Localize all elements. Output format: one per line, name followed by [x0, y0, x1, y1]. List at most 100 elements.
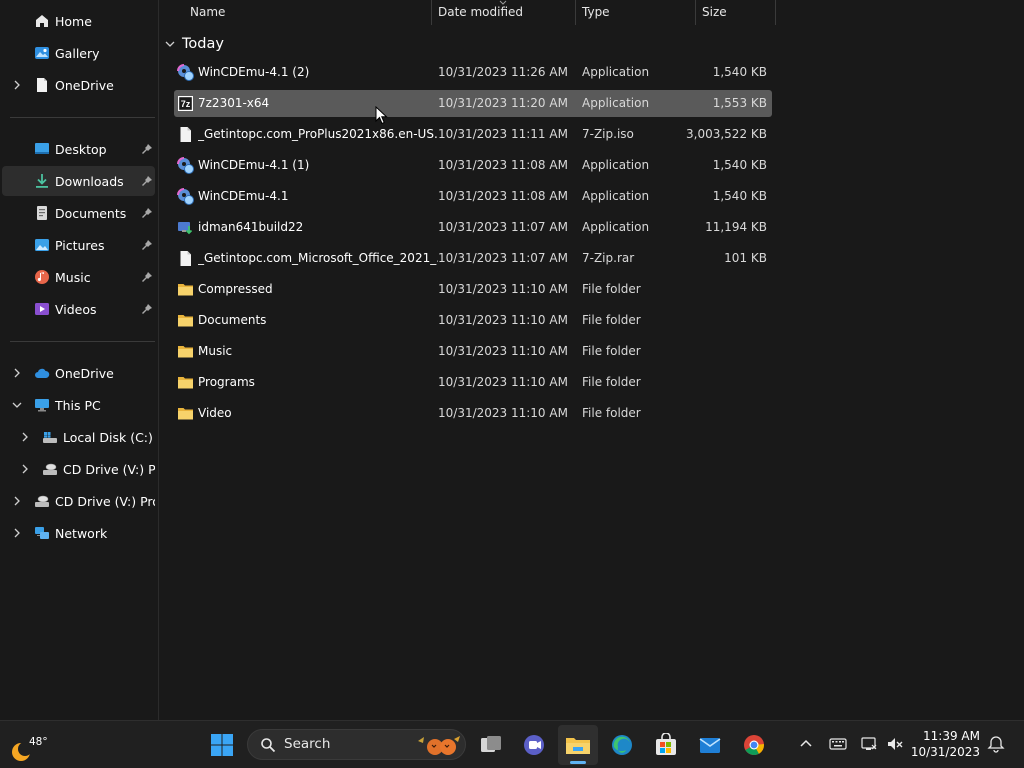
file-name: Compressed — [198, 282, 273, 296]
sidebar-item-onedrive-personal[interactable]: OneDrive — [2, 70, 155, 100]
file-row[interactable]: Compressed 10/31/2023 11:10 AM File folder — [174, 276, 772, 303]
folder-icon — [177, 374, 194, 391]
file-row[interactable]: Music 10/31/2023 11:10 AM File folder — [174, 338, 772, 365]
sidebar-item-label: Downloads — [55, 173, 124, 189]
sidebar-item-desktop[interactable]: Desktop — [2, 134, 155, 164]
file-row[interactable]: Video 10/31/2023 11:10 AM File folder — [174, 400, 772, 427]
task-view-button[interactable] — [471, 725, 511, 765]
pin-icon[interactable] — [141, 271, 153, 283]
navigation-pane: Home Gallery OneDrive Desktop Downloads … — [0, 0, 159, 720]
active-app-indicator — [570, 761, 586, 764]
chevron-right-icon[interactable] — [20, 432, 30, 442]
chevron-down-icon[interactable] — [164, 38, 176, 50]
mail-button[interactable] — [690, 725, 730, 765]
sidebar-item-music[interactable]: Music — [2, 262, 155, 292]
keyboard-icon[interactable] — [829, 735, 847, 753]
sidebar-item-home[interactable]: Home — [2, 6, 155, 36]
folder-icon — [177, 281, 194, 298]
file-row[interactable]: _Getintopc.com_Microsoft_Office_2021_...… — [174, 245, 772, 272]
column-header-name[interactable]: Name — [184, 0, 432, 25]
mail-icon — [699, 738, 721, 753]
sidebar-item-downloads[interactable]: Downloads — [2, 166, 155, 196]
show-hidden-icons-chevron-up-icon[interactable] — [797, 735, 815, 753]
chevron-right-icon[interactable] — [12, 528, 22, 538]
pin-icon[interactable] — [141, 207, 153, 219]
this-pc-icon — [35, 399, 49, 412]
file-date-modified: 10/31/2023 11:10 AM — [438, 375, 568, 389]
sidebar-item-documents[interactable]: Documents — [2, 198, 155, 228]
column-header-type[interactable]: Type — [576, 0, 696, 25]
file-row[interactable]: WinCDEmu-4.1 (2) 10/31/2023 11:26 AM Appli… — [174, 59, 772, 86]
sidebar-item-videos[interactable]: Videos — [2, 294, 155, 324]
file-row[interactable]: WinCDEmu-4.1 10/31/2023 11:08 AM Applicati… — [174, 183, 772, 210]
file-explorer-icon — [566, 738, 590, 754]
volume-muted-icon[interactable] — [886, 735, 904, 753]
store-icon — [656, 733, 676, 755]
folder-icon — [177, 312, 194, 329]
taskbar: 48° Search 11:39 AM 10/31/2023 — [0, 720, 1024, 768]
sidebar-item-gallery[interactable]: Gallery — [2, 38, 155, 68]
file-row[interactable]: _Getintopc.com_ProPlus2021x86.en-US.iso 1… — [174, 121, 772, 148]
file-row[interactable]: Documents 10/31/2023 11:10 AM File folder — [174, 307, 772, 334]
pin-icon[interactable] — [141, 239, 153, 251]
file-row[interactable]: WinCDEmu-4.1 (1) 10/31/2023 11:08 AM Appli… — [174, 152, 772, 179]
start-icon — [211, 734, 233, 756]
column-header-size[interactable]: Size — [696, 0, 776, 25]
file-name: 7z2301-x64 — [198, 96, 270, 110]
clock-date: 10/31/2023 — [910, 745, 980, 759]
sidebar-item-label: Local Disk (C:) — [63, 429, 153, 445]
sidebar-item-network[interactable]: Network — [2, 518, 155, 548]
file-type: Application — [582, 65, 650, 79]
file-row[interactable]: 7z 7z2301-x64 10/31/2023 11:20 AM Applicati… — [174, 90, 772, 117]
sidebar-item-label: CD Drive (V:) ProPlus — [55, 493, 155, 509]
wincdemu-icon — [177, 157, 194, 174]
onedrive-cloud-icon — [35, 368, 50, 378]
file-type: File folder — [582, 406, 641, 420]
local-disk-icon — [43, 432, 57, 443]
sidebar-item-label: This PC — [55, 397, 101, 413]
file-explorer-button[interactable] — [558, 725, 598, 765]
file-date-modified: 10/31/2023 11:10 AM — [438, 406, 568, 420]
network-status-icon[interactable] — [860, 735, 878, 753]
weather-temperature: 48° — [29, 736, 48, 748]
pin-icon[interactable] — [141, 303, 153, 315]
search-highlight-halloween-icon — [418, 736, 460, 755]
pin-icon[interactable] — [141, 143, 153, 155]
chevron-down-icon[interactable] — [12, 400, 22, 410]
sidebar-item-label: Gallery — [55, 45, 100, 61]
file-row[interactable]: Programs 10/31/2023 11:10 AM File folder — [174, 369, 772, 396]
sidebar-item-label: Documents — [55, 205, 127, 221]
file-date-modified: 10/31/2023 11:10 AM — [438, 282, 568, 296]
sidebar-item-label: Desktop — [55, 141, 107, 157]
chrome-button[interactable] — [734, 725, 774, 765]
sidebar-item-label: OneDrive — [55, 365, 114, 381]
weather-widget[interactable]: 48° — [6, 729, 64, 763]
file-type: Application — [582, 189, 650, 203]
file-row[interactable]: idman641build22 10/31/2023 11:07 AM Applic… — [174, 214, 772, 241]
chevron-right-icon[interactable] — [12, 80, 22, 90]
notification-bell-icon[interactable] — [987, 735, 1005, 753]
edge-button[interactable] — [602, 725, 642, 765]
chevron-right-icon[interactable] — [12, 496, 22, 506]
sidebar-item-onedrive[interactable]: OneDrive — [2, 358, 155, 388]
start-button[interactable] — [202, 725, 242, 765]
chevron-right-icon[interactable] — [12, 368, 22, 378]
file-type: Application — [582, 96, 650, 110]
task-view-icon — [481, 736, 501, 752]
sidebar-item-pictures[interactable]: Pictures — [2, 230, 155, 260]
sidebar-item-local-disk[interactable]: Local Disk (C:) — [2, 422, 155, 452]
sidebar-item-this-pc[interactable]: This PC — [2, 390, 155, 420]
taskbar-clock[interactable]: 11:39 AM 10/31/2023 — [911, 728, 980, 760]
file-type: File folder — [582, 344, 641, 358]
chevron-right-icon[interactable] — [20, 464, 30, 474]
teams-chat-button[interactable] — [514, 725, 554, 765]
group-header-today[interactable]: Today — [164, 33, 224, 55]
sidebar-item-cd-drive-v-root[interactable]: CD Drive (V:) ProPlus — [2, 486, 155, 516]
file-size: 11,194 KB — [705, 220, 767, 234]
sidebar-item-cd-drive-v[interactable]: CD Drive (V:) ProPlus — [2, 454, 155, 484]
taskbar-search-box[interactable]: Search — [247, 729, 466, 760]
microsoft-store-button[interactable] — [646, 725, 686, 765]
pin-icon[interactable] — [141, 175, 153, 187]
file-size: 3,003,522 KB — [686, 127, 767, 141]
file-date-modified: 10/31/2023 11:26 AM — [438, 65, 568, 79]
